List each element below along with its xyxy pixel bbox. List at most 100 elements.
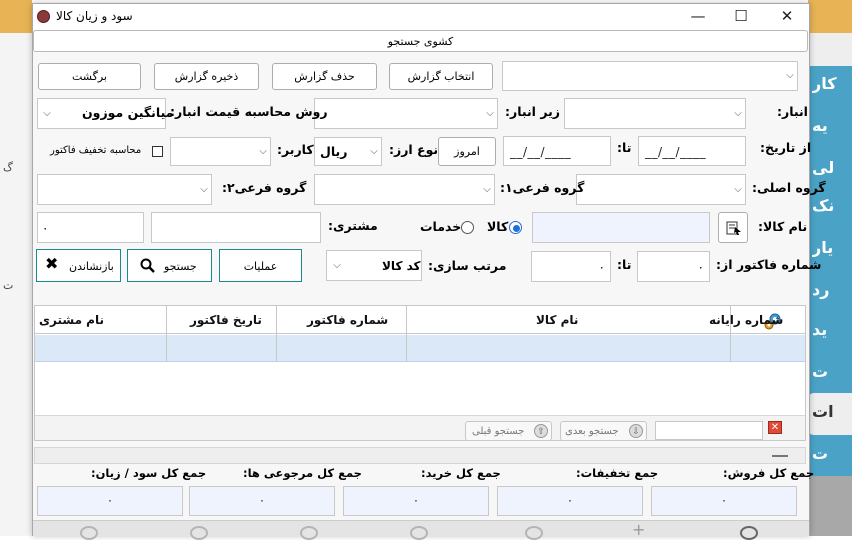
background-menu-item[interactable]: یه xyxy=(812,118,852,158)
close-button[interactable]: ✕ xyxy=(772,6,802,26)
select-report-button[interactable]: انتخاب گزارش xyxy=(389,63,493,90)
grid-header xyxy=(35,306,805,334)
delete-report-button[interactable]: حذف گزارش xyxy=(272,63,377,90)
to-date-value: __/__/____ xyxy=(510,145,572,159)
operations-button[interactable]: عملیات xyxy=(219,249,302,282)
chevron-down-icon: ⌵ xyxy=(483,184,491,195)
search-button[interactable]: جستجو xyxy=(127,249,212,282)
services-radio[interactable] xyxy=(461,221,474,234)
invoice-from-input[interactable]: ۰ xyxy=(637,251,710,282)
invoice-to-input[interactable]: ۰ xyxy=(531,251,611,282)
customer-label: مشتری: xyxy=(328,218,378,233)
total-purchase-label: جمع کل خرید: xyxy=(421,466,501,480)
toolbar-icon[interactable] xyxy=(525,526,543,540)
from-date-label: از تاریخ: xyxy=(760,140,812,155)
pricing-method-select[interactable]: میانگین موزون ⌵ xyxy=(37,98,173,129)
document-pointer-icon xyxy=(726,221,741,235)
currency-select[interactable]: ریال ⌵ xyxy=(314,137,382,166)
product-picker-button[interactable] xyxy=(718,212,748,243)
customer-code-input[interactable]: ۰ xyxy=(37,212,144,243)
total-discounts-value: ۰ xyxy=(497,486,643,516)
sub-warehouse-select[interactable]: ⌵ xyxy=(314,98,498,129)
product-name-input[interactable] xyxy=(532,212,710,243)
background-left-text: ت xyxy=(3,279,14,292)
from-date-value: __/__/____ xyxy=(645,145,707,159)
sub-group2-label: گروه فرعی۲: xyxy=(222,180,307,195)
reset-button[interactable]: ✖ بازنشاندن xyxy=(36,249,121,282)
main-group-select[interactable]: ⌵ xyxy=(576,174,746,205)
sub-warehouse-label: زیر انبار: xyxy=(505,104,560,119)
app-icon xyxy=(37,10,50,23)
background-menu-item[interactable]: ت xyxy=(812,364,852,404)
sub-group1-select[interactable]: ⌵ xyxy=(314,174,495,205)
invoice-to-label: تا: xyxy=(617,257,632,272)
pricing-method-label: روش محاسبه قیمت انبار: xyxy=(170,104,328,119)
total-profit-value: ۰ xyxy=(37,486,183,516)
user-select[interactable]: ⌵ xyxy=(170,137,271,166)
chevron-down-icon: ⌵ xyxy=(786,70,794,81)
to-date-input[interactable]: __/__/____ xyxy=(503,136,611,166)
column-header-invoice-number[interactable]: شماره فاکتور xyxy=(307,314,388,326)
next-search-button[interactable]: جستجو بعدی ⇩ xyxy=(560,421,647,441)
background-menu-item[interactable]: رد xyxy=(812,282,852,322)
background-menu-item[interactable]: نک xyxy=(812,198,852,238)
table-row[interactable] xyxy=(35,335,805,362)
minimize-button[interactable]: — xyxy=(683,6,713,26)
back-button[interactable]: برگشت xyxy=(38,63,141,90)
column-header-customer-name[interactable]: نام مشتری xyxy=(39,314,104,326)
column-header-invoice-date[interactable]: تاریخ فاکتور xyxy=(190,314,262,326)
toolbar-icon[interactable] xyxy=(410,526,428,540)
today-button[interactable]: امروز xyxy=(438,137,496,166)
background-menu-item[interactable]: ید xyxy=(812,322,852,362)
maximize-button[interactable]: ☐ xyxy=(726,6,756,26)
invoice-to-value: ۰ xyxy=(598,260,605,274)
arrow-up-icon: ⇧ xyxy=(534,424,548,438)
column-header-product-name[interactable]: نام کالا xyxy=(536,314,578,326)
search-label: جستجو xyxy=(164,260,197,273)
total-profit-label: جمع کل سود / زیان: xyxy=(91,466,207,480)
window-title: سود و زیان کالا xyxy=(56,9,133,23)
goods-radio[interactable] xyxy=(509,221,522,234)
background-menu-item-active[interactable]: ات xyxy=(812,404,852,444)
previous-search-button[interactable]: جستجو قبلی ⇧ xyxy=(465,421,552,441)
background-left-panel xyxy=(0,0,32,536)
toolbar-icon[interactable] xyxy=(190,526,208,540)
sort-label: مرتب سازی: xyxy=(428,258,507,273)
sort-select[interactable]: کد کالا ⌵ xyxy=(326,250,422,281)
splitter-bar[interactable] xyxy=(34,447,806,464)
column-header-computer-number[interactable]: شماره رایانه xyxy=(709,314,783,326)
collapse-icon[interactable] xyxy=(772,455,788,457)
invoice-discount-label: محاسبه تخفیف فاکتور xyxy=(50,145,142,156)
chevron-down-icon: ⌵ xyxy=(734,184,742,195)
background-top-bar-left xyxy=(0,0,32,33)
invoice-discount-checkbox[interactable] xyxy=(152,146,163,157)
chevron-down-icon: ⌵ xyxy=(333,260,341,271)
search-drawer-label: کشوی جستجو xyxy=(387,35,454,48)
total-sales-label: جمع کل فروش: xyxy=(723,466,815,480)
background-top-bar-right xyxy=(808,0,852,33)
toolbar-icon[interactable] xyxy=(300,526,318,540)
to-date-label: تا: xyxy=(617,140,632,155)
toolbar-icon[interactable] xyxy=(80,526,98,540)
total-returns-value: ۰ xyxy=(189,486,335,516)
customer-input[interactable] xyxy=(151,212,321,243)
background-menu-item[interactable]: کار xyxy=(812,76,852,116)
from-date-input[interactable]: __/__/____ xyxy=(638,136,746,166)
customer-code-value: ۰ xyxy=(42,221,49,235)
goods-radio-label: کالا xyxy=(487,219,509,234)
warehouse-select[interactable]: ⌵ xyxy=(564,98,746,129)
chevron-down-icon: ⌵ xyxy=(43,108,51,119)
save-report-button[interactable]: ذخیره گزارش xyxy=(154,63,259,90)
next-search-label: جستجو بعدی xyxy=(565,426,619,437)
toolbar-icon[interactable] xyxy=(740,526,758,540)
chevron-down-icon: ⌵ xyxy=(259,146,267,157)
report-select[interactable]: ⌵ xyxy=(502,61,798,91)
product-name-label: نام کالا: xyxy=(758,219,808,234)
previous-search-label: جستجو قبلی xyxy=(472,426,525,437)
main-group-label: گروه اصلی: xyxy=(752,180,826,195)
total-returns-label: جمع کل مرجوعی ها: xyxy=(243,466,362,480)
clear-search-icon[interactable]: ✕ xyxy=(768,421,782,434)
sub-group2-select[interactable]: ⌵ xyxy=(37,174,212,205)
total-sales-value: ۰ xyxy=(651,486,797,516)
grid-search-input[interactable] xyxy=(655,421,763,440)
